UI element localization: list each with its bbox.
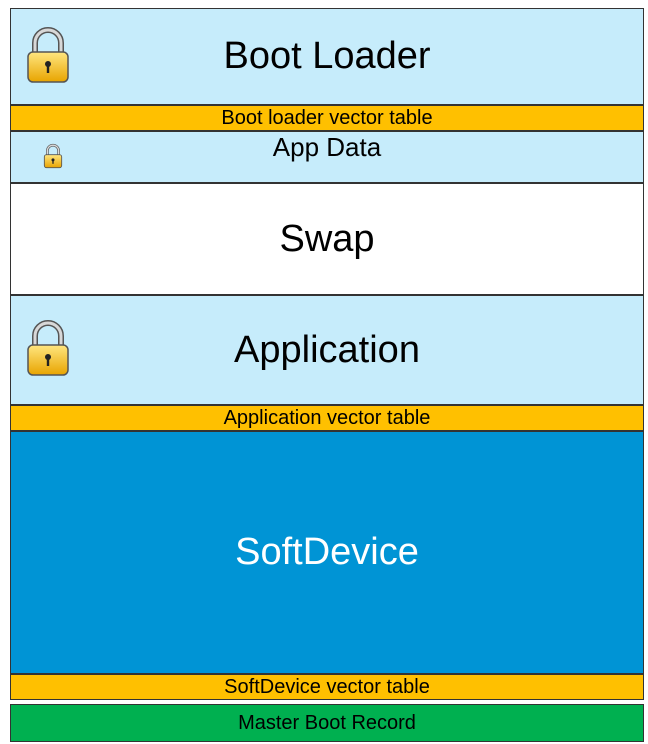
master-boot-record-region: Master Boot Record bbox=[10, 704, 644, 742]
application-vector-table-region: Application vector table bbox=[10, 405, 644, 431]
boot-loader-vector-table-region: Boot loader vector table bbox=[10, 105, 644, 131]
softdevice-vector-table-label: SoftDevice vector table bbox=[224, 675, 430, 698]
swap-label: Swap bbox=[279, 217, 375, 260]
app-data-region: App Data bbox=[10, 131, 644, 183]
boot-loader-region: Boot Loader bbox=[10, 8, 644, 105]
softdevice-region: SoftDevice bbox=[10, 431, 644, 674]
softdevice-vector-table-region: SoftDevice vector table bbox=[10, 674, 644, 700]
app-data-label: App Data bbox=[272, 131, 382, 162]
lock-icon bbox=[43, 143, 63, 169]
boot-loader-vector-table-label: Boot loader vector table bbox=[221, 106, 433, 129]
boot-loader-label: Boot Loader bbox=[223, 35, 431, 77]
swap-region: Swap bbox=[10, 183, 644, 295]
application-label: Application bbox=[234, 328, 420, 371]
lock-icon bbox=[27, 27, 69, 83]
softdevice-label: SoftDevice bbox=[235, 531, 419, 573]
memory-map-diagram: { "colors": { "light_blue": "#c6ecfb", "… bbox=[0, 0, 648, 744]
lock-icon bbox=[27, 320, 69, 376]
application-vector-table-label: Application vector table bbox=[223, 406, 431, 429]
application-region: Application bbox=[10, 295, 644, 405]
master-boot-record-label: Master Boot Record bbox=[238, 711, 416, 734]
